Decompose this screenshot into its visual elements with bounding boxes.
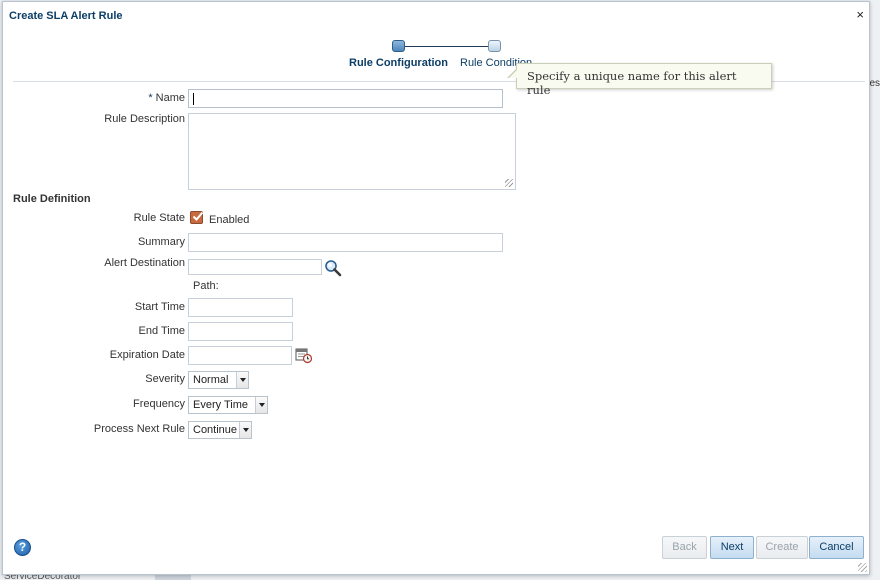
- summary-input[interactable]: [188, 233, 503, 252]
- end-time-input[interactable]: [188, 322, 293, 341]
- resize-grip-icon[interactable]: [505, 179, 513, 187]
- train-stop-rule-configuration[interactable]: [392, 40, 405, 52]
- enabled-checkbox-label[interactable]: Enabled: [209, 214, 249, 226]
- next-button[interactable]: Next: [710, 536, 754, 559]
- expiration-date-label: Expiration Date: [109, 349, 185, 361]
- create-sla-alert-rule-dialog: Create SLA Alert Rule × Rule Configurati…: [2, 1, 870, 575]
- frequency-selected: Every Time: [193, 399, 249, 411]
- start-time-input[interactable]: [188, 298, 293, 317]
- severity-select[interactable]: Normal: [188, 371, 249, 389]
- rule-description-textarea[interactable]: [188, 113, 516, 190]
- calendar-clock-icon[interactable]: [295, 347, 313, 364]
- text-caret: [193, 93, 194, 105]
- alert-destination-input[interactable]: [188, 259, 322, 275]
- create-button[interactable]: Create: [756, 536, 808, 559]
- chevron-down-icon[interactable]: [239, 422, 251, 438]
- name-input[interactable]: [188, 89, 503, 108]
- severity-selected: Normal: [193, 374, 229, 386]
- rule-description-label: Rule Description: [104, 113, 185, 125]
- expiration-date-input[interactable]: [188, 346, 292, 365]
- train-label-rule-configuration[interactable]: Rule Configuration: [349, 57, 448, 69]
- severity-label: Severity: [145, 373, 185, 385]
- start-time-label: Start Time: [134, 301, 185, 313]
- process-next-rule-label: Process Next Rule: [93, 423, 185, 435]
- dialog-title: Create SLA Alert Rule: [9, 10, 123, 22]
- search-icon[interactable]: [324, 259, 342, 277]
- train-stop-rule-condition[interactable]: [488, 40, 501, 52]
- dialog-resize-grip-icon[interactable]: [858, 563, 867, 572]
- rule-state-label: Rule State: [133, 212, 185, 224]
- frequency-label: Frequency: [133, 398, 185, 410]
- chevron-down-icon[interactable]: [255, 397, 267, 413]
- summary-label: Summary: [137, 236, 185, 248]
- enabled-checkbox[interactable]: [190, 211, 204, 224]
- process-next-rule-selected: Continue: [193, 424, 238, 436]
- train-connector: [405, 46, 493, 47]
- chevron-down-icon[interactable]: [236, 372, 248, 388]
- back-button[interactable]: Back: [662, 536, 707, 559]
- name-label-text: Name: [155, 92, 185, 104]
- name-field-tooltip: Specify a unique name for this alert rul…: [507, 63, 772, 97]
- section-title-rule-definition: Rule Definition: [13, 193, 91, 205]
- frequency-select[interactable]: Every Time: [188, 396, 268, 414]
- tooltip-pointer: [507, 68, 517, 78]
- background-text-right: es: [869, 78, 880, 89]
- close-icon[interactable]: ×: [856, 8, 864, 21]
- alert-destination-label: Alert Destination: [104, 257, 185, 269]
- path-label: Path:: [193, 280, 219, 292]
- name-label: * Name: [3, 92, 185, 104]
- help-icon[interactable]: ?: [14, 539, 31, 556]
- required-marker: *: [148, 92, 153, 104]
- end-time-label: End Time: [138, 325, 185, 337]
- cancel-button[interactable]: Cancel: [809, 536, 864, 559]
- tooltip-text: Specify a unique name for this alert rul…: [527, 69, 737, 97]
- checkmark-icon: [192, 211, 204, 221]
- process-next-rule-select[interactable]: Continue: [188, 421, 252, 439]
